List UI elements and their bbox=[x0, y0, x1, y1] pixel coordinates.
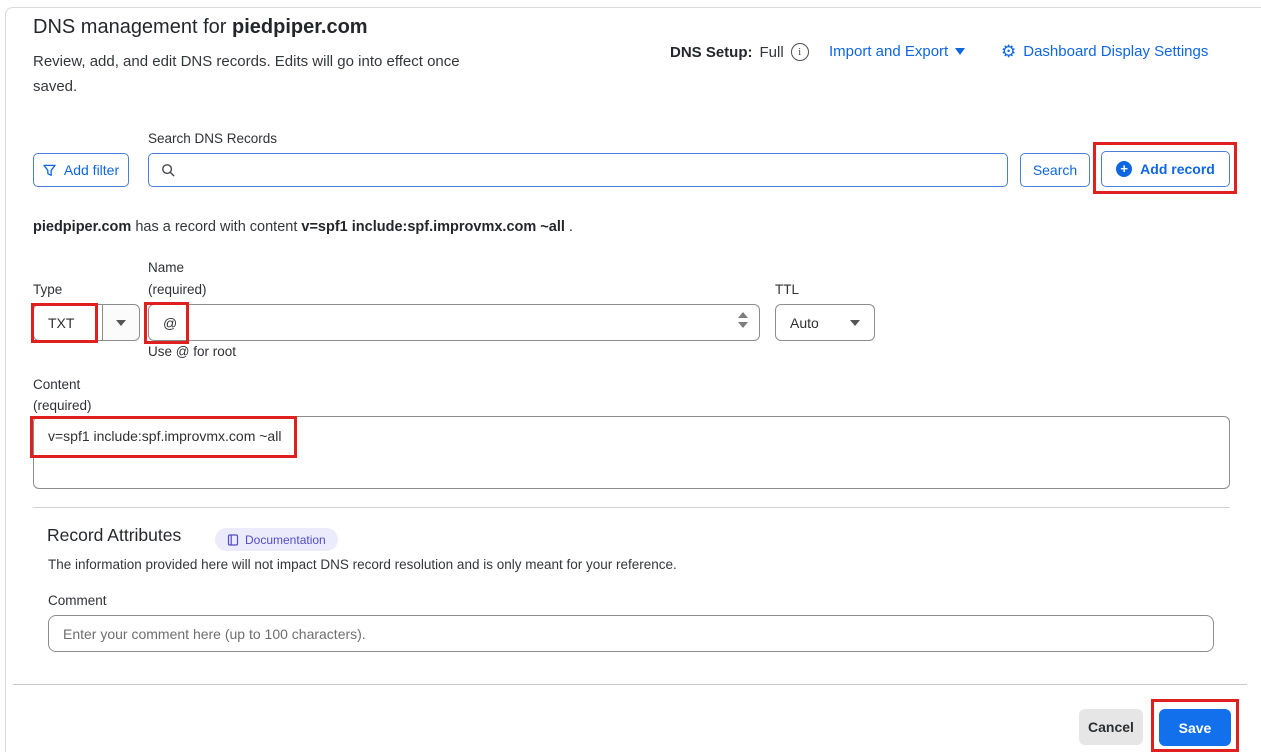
type-select-caret-zone bbox=[102, 305, 139, 340]
import-export-label: Import and Export bbox=[829, 43, 948, 60]
ttl-select[interactable]: Auto bbox=[775, 304, 875, 341]
notice-suffix: . bbox=[565, 219, 573, 235]
filter-funnel-icon bbox=[43, 164, 56, 177]
name-stepper bbox=[738, 312, 748, 328]
dns-management-page: DNS management for piedpiper.com Review,… bbox=[0, 0, 1261, 752]
add-filter-button[interactable]: Add filter bbox=[33, 153, 129, 187]
search-button[interactable]: Search bbox=[1020, 153, 1090, 187]
stepper-up-icon[interactable] bbox=[738, 312, 748, 318]
book-icon bbox=[227, 534, 239, 546]
plus-circle-icon: + bbox=[1116, 161, 1132, 177]
search-input-wrapper bbox=[148, 153, 1008, 187]
save-button[interactable]: Save bbox=[1159, 709, 1231, 746]
type-select[interactable]: TXT bbox=[33, 304, 140, 341]
page-title-domain: piedpiper.com bbox=[232, 16, 368, 38]
name-label: Name bbox=[148, 260, 184, 275]
content-label: Content bbox=[33, 377, 80, 392]
notice-middle: has a record with content bbox=[131, 219, 301, 235]
notice-domain: piedpiper.com bbox=[33, 219, 131, 235]
name-help-text: Use @ for root bbox=[148, 344, 236, 359]
dashboard-display-settings-label: Dashboard Display Settings bbox=[1023, 43, 1208, 60]
type-select-value: TXT bbox=[34, 315, 102, 331]
name-input[interactable] bbox=[148, 304, 760, 341]
chevron-down-icon bbox=[116, 320, 126, 326]
content-textarea[interactable]: v=spf1 include:spf.improvmx.com ~all bbox=[33, 416, 1230, 489]
page-subtitle: Review, add, and edit DNS records. Edits… bbox=[33, 49, 503, 99]
ttl-select-value: Auto bbox=[790, 315, 819, 331]
documentation-badge-label: Documentation bbox=[245, 533, 326, 547]
dns-setup-label: DNS Setup: bbox=[670, 44, 753, 61]
dashboard-display-settings-link[interactable]: ⚙ Dashboard Display Settings bbox=[1001, 43, 1208, 60]
section-divider bbox=[33, 507, 1230, 508]
chevron-down-icon bbox=[850, 320, 860, 326]
ttl-label: TTL bbox=[775, 282, 799, 297]
add-record-button[interactable]: + Add record bbox=[1101, 151, 1230, 187]
add-filter-label: Add filter bbox=[64, 162, 119, 178]
cancel-button[interactable]: Cancel bbox=[1079, 709, 1143, 745]
page-title-prefix: DNS management for bbox=[33, 16, 232, 38]
add-record-label: Add record bbox=[1140, 161, 1215, 177]
record-attributes-heading: Record Attributes bbox=[47, 525, 181, 546]
info-icon[interactable]: i bbox=[791, 43, 809, 61]
content-required-label: (required) bbox=[33, 398, 92, 413]
dns-setup: DNS Setup: Full i bbox=[670, 43, 809, 61]
footer-divider bbox=[13, 684, 1247, 685]
search-icon bbox=[161, 163, 176, 178]
page-title: DNS management for piedpiper.com bbox=[33, 16, 368, 39]
documentation-badge[interactable]: Documentation bbox=[215, 528, 338, 551]
chevron-down-icon bbox=[955, 48, 965, 55]
record-attributes-description: The information provided here will not i… bbox=[48, 557, 677, 572]
search-button-label: Search bbox=[1033, 162, 1077, 178]
name-required-label: (required) bbox=[148, 282, 207, 297]
record-notice: piedpiper.com has a record with content … bbox=[33, 219, 573, 235]
type-label: Type bbox=[33, 282, 62, 297]
search-dns-records-label: Search DNS Records bbox=[148, 131, 277, 146]
notice-content: v=spf1 include:spf.improvmx.com ~all bbox=[301, 219, 565, 235]
dns-setup-value: Full bbox=[760, 44, 784, 61]
comment-input[interactable] bbox=[48, 615, 1214, 652]
stepper-down-icon[interactable] bbox=[738, 322, 748, 328]
search-input[interactable] bbox=[184, 161, 995, 179]
import-export-menu[interactable]: Import and Export bbox=[829, 43, 965, 60]
comment-label: Comment bbox=[48, 593, 107, 608]
gear-icon: ⚙ bbox=[1001, 43, 1016, 60]
